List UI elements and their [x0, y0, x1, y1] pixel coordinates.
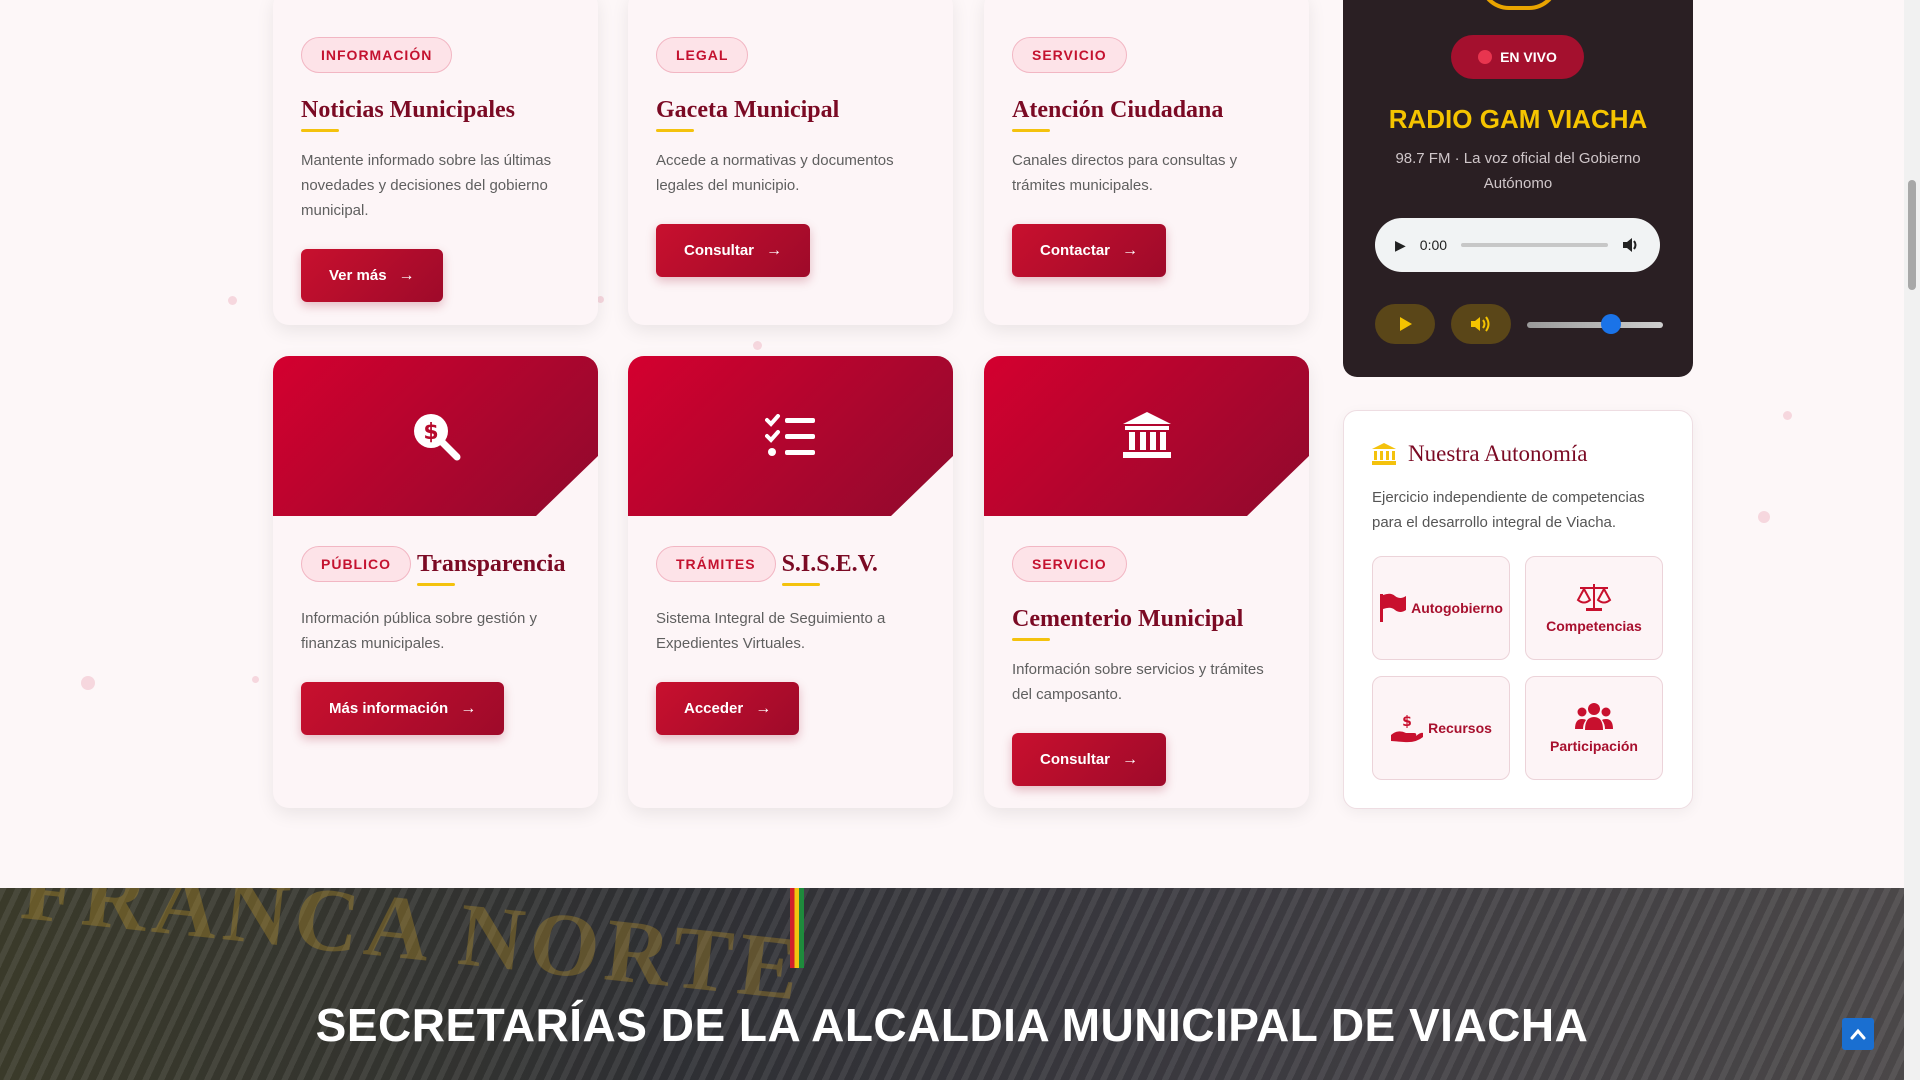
- decor-dot: [753, 341, 762, 350]
- card-cementerio: SERVICIO Cementerio Municipal Informació…: [984, 356, 1309, 808]
- decor-dot: [252, 676, 259, 683]
- card-transparencia: $ PÚBLICO Transparencia Información públ…: [273, 356, 598, 808]
- card-description: Canales directos para consultas y trámit…: [1012, 152, 1238, 194]
- card-title: Gaceta Municipal: [656, 97, 840, 132]
- autonomy-description: Ejercicio independiente de competencias …: [1372, 489, 1645, 531]
- volume-icon[interactable]: [1622, 237, 1640, 253]
- tile-label: Competencias: [1546, 618, 1642, 634]
- card-title: Noticias Municipales: [301, 97, 515, 132]
- tile-label: Autogobierno: [1411, 600, 1503, 616]
- card-description: Mantente informado sobre las últimas nov…: [301, 152, 552, 219]
- audio-progress-bar[interactable]: [1461, 243, 1608, 247]
- tile-participacion[interactable]: Participación: [1525, 676, 1663, 780]
- arrow-right-icon: →: [766, 241, 783, 259]
- card-badge: LEGAL: [656, 37, 749, 73]
- card-title: Transparencia: [417, 550, 566, 586]
- scrollbar-thumb[interactable]: [1908, 180, 1916, 290]
- decor-dot: [597, 296, 604, 303]
- landmark-icon: [1122, 412, 1171, 458]
- arrow-right-icon: →: [1122, 241, 1139, 259]
- search-dollar-icon: $: [413, 414, 460, 461]
- scroll-to-top-button[interactable]: [1842, 1018, 1874, 1050]
- hand-dollar-icon: $: [1391, 714, 1424, 743]
- volume-slider[interactable]: [1527, 322, 1663, 328]
- card-title: S.I.S.E.V.: [781, 550, 878, 586]
- card-title: Cementerio Municipal: [1012, 606, 1244, 641]
- contactar-button[interactable]: Contactar →: [1012, 224, 1167, 277]
- banner-title: SECRETARÍAS DE LA ALCALDIA MUNICIPAL DE …: [315, 999, 1589, 1051]
- audio-player[interactable]: ▶ 0:00: [1375, 218, 1660, 272]
- tile-label: Participación: [1550, 738, 1638, 754]
- mute-button[interactable]: [1451, 304, 1511, 344]
- live-dot-icon: [1478, 50, 1493, 64]
- decor-dot: [1783, 411, 1792, 420]
- flag-icon: [1380, 593, 1407, 622]
- button-label: Consultar: [684, 242, 755, 259]
- button-label: Contactar: [1040, 242, 1111, 259]
- button-label: Más información: [329, 700, 449, 717]
- card-title: Atención Ciudadana: [1012, 97, 1224, 132]
- card-description: Accede a normativas y documentos legales…: [656, 152, 894, 194]
- play-icon[interactable]: ▶: [1395, 237, 1406, 254]
- live-badge: EN VIVO: [1451, 35, 1584, 79]
- card-description: Información sobre servicios y trámites d…: [1012, 661, 1264, 703]
- card-description: Información pública sobre gestión y fina…: [301, 610, 537, 652]
- card-header: [628, 356, 953, 516]
- button-label: Acceder: [684, 700, 744, 717]
- volume-slider-handle[interactable]: [1601, 314, 1622, 334]
- play-icon: [1400, 317, 1412, 331]
- arrow-right-icon: →: [755, 699, 772, 717]
- radio-subtitle: 98.7 FM · La voz oficial del Gobierno Au…: [1395, 150, 1641, 192]
- radio-player: EN VIVO RADIO GAM VIACHA 98.7 FM · La vo…: [1343, 0, 1693, 377]
- decor-dot: [1758, 511, 1770, 523]
- card-sisev: TRÁMITES S.I.S.E.V. Sistema Integral de …: [628, 356, 953, 808]
- mas-informacion-button[interactable]: Más información →: [301, 682, 505, 735]
- tile-label: Recursos: [1428, 720, 1492, 736]
- acceder-button[interactable]: Acceder →: [656, 682, 800, 735]
- volume-up-icon: [1471, 316, 1490, 332]
- tile-competencias[interactable]: Competencias: [1525, 556, 1663, 660]
- consultar-button[interactable]: Consultar →: [1012, 733, 1167, 786]
- decor-dot: [81, 676, 95, 690]
- landmark-icon: [1372, 443, 1396, 465]
- tasks-list-icon: [764, 414, 815, 456]
- tile-recursos[interactable]: $ Recursos: [1372, 676, 1510, 780]
- chevron-up-icon: [1850, 1028, 1866, 1040]
- card-badge: INFORMACIÓN: [301, 37, 453, 73]
- secretarias-banner: FRANCA NORTE SECRETARÍAS DE LA ALCALDIA …: [0, 888, 1904, 1080]
- decor-dot: [228, 296, 237, 305]
- card-atencion: SERVICIO Atención Ciudadana Canales dire…: [984, 0, 1309, 325]
- card-description: Sistema Integral de Seguimiento a Expedi…: [656, 610, 886, 652]
- arrow-right-icon: →: [1122, 750, 1139, 768]
- balance-scale-icon: [1576, 584, 1612, 611]
- card-noticias: INFORMACIÓN Noticias Municipales Mantent…: [273, 0, 598, 325]
- autonomy-card: Nuestra Autonomía Ejercicio independient…: [1343, 410, 1693, 809]
- radio-title: RADIO GAM VIACHA: [1388, 104, 1648, 134]
- banner-flag-decoration: [790, 888, 804, 968]
- autonomy-title: Nuestra Autonomía: [1408, 441, 1588, 466]
- card-badge: SERVICIO: [1012, 37, 1127, 73]
- arrow-right-icon: →: [398, 266, 415, 284]
- card-header: $: [273, 356, 598, 516]
- radio-logo: [1479, 0, 1559, 10]
- ver-mas-button[interactable]: Ver más →: [301, 249, 443, 302]
- page-scrollbar[interactable]: [1904, 0, 1920, 1080]
- live-label: EN VIVO: [1500, 49, 1557, 65]
- audio-time: 0:00: [1419, 237, 1448, 253]
- svg-text:$: $: [423, 420, 438, 445]
- card-header: [984, 356, 1309, 516]
- consultar-button[interactable]: Consultar →: [656, 224, 811, 277]
- arrow-right-icon: →: [460, 699, 477, 717]
- card-gaceta: LEGAL Gaceta Municipal Accede a normativ…: [628, 0, 953, 325]
- card-badge: TRÁMITES: [656, 546, 776, 582]
- tile-autogobierno[interactable]: Autogobierno: [1372, 556, 1510, 660]
- button-label: Consultar: [1040, 751, 1111, 768]
- play-button[interactable]: [1375, 304, 1435, 344]
- card-badge: SERVICIO: [1012, 546, 1127, 582]
- users-icon: [1575, 703, 1613, 730]
- button-label: Ver más: [329, 267, 387, 284]
- card-badge: PÚBLICO: [301, 546, 411, 582]
- svg-text:$: $: [1402, 714, 1412, 730]
